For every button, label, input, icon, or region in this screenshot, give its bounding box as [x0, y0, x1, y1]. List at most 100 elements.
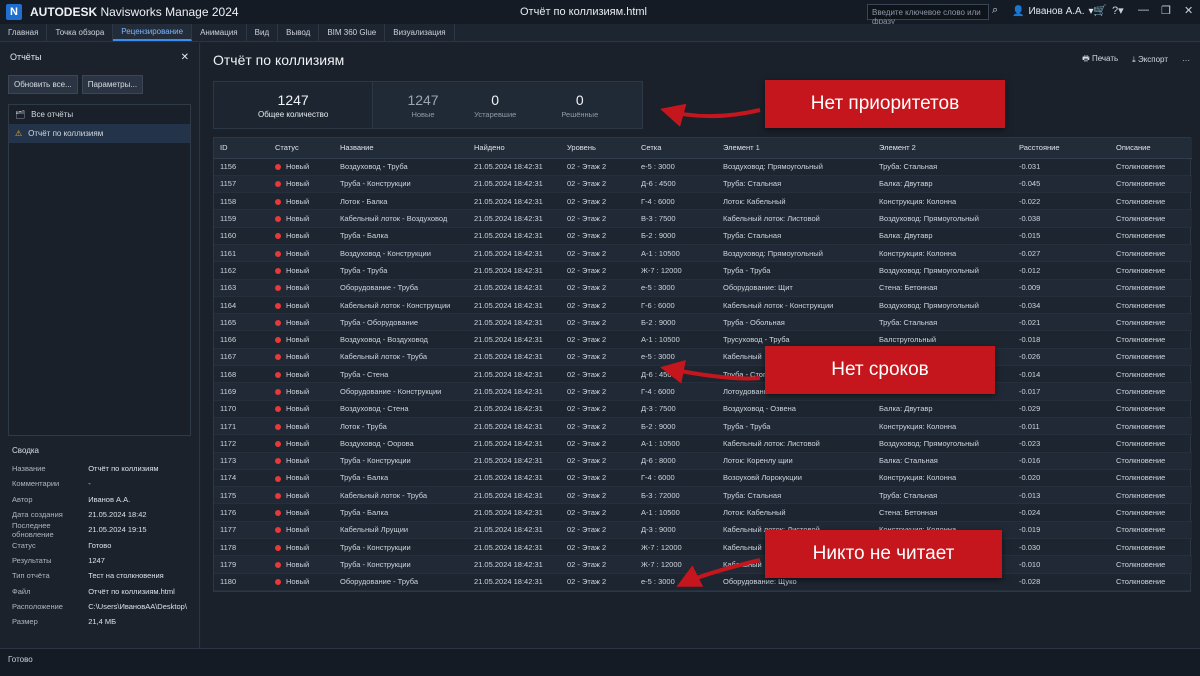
table-row[interactable]: 1157 Новый Труба - Конструкции 21.05.2024 1…: [214, 175, 1192, 194]
table-cell: Кабельный Лрущии: [334, 521, 468, 540]
parameters-button[interactable]: Параметры...: [81, 75, 144, 94]
table-cell: Новый: [269, 279, 334, 297]
column-header[interactable]: Название: [334, 138, 468, 159]
table-cell: Труба - Конструкции: [334, 175, 468, 194]
column-header[interactable]: Найдено: [468, 138, 561, 159]
status-label: Новый: [286, 214, 310, 224]
table-row[interactable]: 1156 Новый Воздуховод - Труба 21.05.2024 18…: [214, 158, 1192, 176]
summary-key: Файл: [12, 586, 31, 596]
column-header[interactable]: Сетка: [635, 138, 717, 159]
table-cell: Воздуховод: Прямоугольный: [873, 296, 1013, 315]
table-row[interactable]: 1175 Новый Кабельный лоток - Труба 21.05.20…: [214, 486, 1192, 505]
search-input[interactable]: Введите ключевое слово или фразу: [867, 4, 989, 26]
table-cell: Ж-7 : 12000: [635, 555, 717, 574]
status-label: Новый: [286, 335, 310, 345]
table-cell: Новый: [269, 313, 334, 332]
document-title: Отчёт по коллизиям.html: [520, 6, 648, 18]
table-cell: А-1 : 10500: [635, 244, 717, 263]
column-header[interactable]: Элемент 2: [873, 138, 1013, 159]
table-cell: В-3 : 7500: [635, 209, 717, 228]
tab-4[interactable]: Вид: [247, 24, 279, 41]
column-header[interactable]: Расстояние: [1013, 138, 1110, 159]
table-cell: Труба: Стальная: [717, 227, 873, 245]
tab-3[interactable]: Анимация: [192, 24, 247, 41]
column-header[interactable]: ID: [214, 138, 269, 159]
table-cell: -0.023: [1013, 434, 1110, 453]
status-dot-icon: [275, 492, 281, 499]
table-row[interactable]: 1167 Новый Кабельный лоток - Труба 21.05.20…: [214, 348, 1192, 367]
table-row[interactable]: 1163 Новый Оборудование - Труба 21.05.2024 …: [214, 279, 1192, 297]
table-row[interactable]: 1171 Новый Лоток - Труба 21.05.2024 18:42:3…: [214, 417, 1192, 436]
table-row[interactable]: 1180 Новый Оборудование - Труба 21.05.2024 …: [214, 573, 1192, 591]
status-label: Новый: [286, 473, 310, 483]
table-cell: А-1 : 10500: [635, 330, 717, 349]
table-row[interactable]: 1174 Новый Труба - Балка 21.05.2024 18:42:3…: [214, 469, 1192, 488]
column-header[interactable]: Статус: [269, 138, 334, 159]
tab-2[interactable]: Рецензирование: [113, 24, 193, 41]
table-row[interactable]: 1159 Новый Кабельный лоток - Воздуховод 21.…: [214, 209, 1192, 228]
table-cell: Воздуховод: Прямоугольный: [873, 261, 1013, 280]
refresh-all-button[interactable]: Обновить все...: [8, 75, 78, 94]
column-header[interactable]: Уровень: [561, 138, 635, 159]
close-icon[interactable]: ✕: [181, 52, 189, 63]
table-cell: Новый: [269, 521, 334, 540]
table-row[interactable]: 1162 Новый Труба - Труба 21.05.2024 18:42:3…: [214, 261, 1192, 280]
table-cell: 21.05.2024 18:42:31: [468, 382, 561, 401]
table-row[interactable]: 1178 Новый Труба - Конструкции 21.05.2024 1…: [214, 538, 1192, 557]
table-row[interactable]: 1172 Новый Воздуховод - Оорова 21.05.2024 1…: [214, 434, 1192, 453]
status-dot-icon: [275, 337, 281, 344]
column-header[interactable]: Элемент 1: [717, 138, 873, 159]
column-header[interactable]: Описание: [1110, 138, 1192, 159]
status-bar: Готово: [0, 648, 1200, 676]
tab-1[interactable]: Точка обзора: [47, 24, 114, 41]
table-cell: 02 - Этаж 2: [561, 227, 635, 245]
table-cell: -0.015: [1013, 227, 1110, 245]
warning-icon: ⚠: [15, 129, 23, 138]
tab-7[interactable]: Визуализация: [385, 24, 455, 41]
restore-icon[interactable]: ❐: [1161, 4, 1171, 17]
table-row[interactable]: 1168 Новый Труба - Стена 21.05.2024 18:42:3…: [214, 365, 1192, 384]
table-cell: Д-6 : 4500: [635, 175, 717, 194]
help-icon[interactable]: ?▾: [1112, 4, 1124, 17]
tree-item-all-reports[interactable]: 🗂 Все отчёты: [9, 105, 190, 124]
table-cell: 1157: [214, 175, 269, 194]
tab-6[interactable]: BIM 360 Glue: [319, 24, 386, 41]
table-row[interactable]: 1177 Новый Кабельный Лрущии 21.05.2024 18:4…: [214, 521, 1192, 540]
table-row[interactable]: 1170 Новый Воздуховод - Стена 21.05.2024 18…: [214, 400, 1192, 418]
table-cell: Воздуховод - Озвена: [717, 400, 873, 418]
table-row[interactable]: 1161 Новый Воздуховод - Конструкции 21.05.2…: [214, 244, 1192, 263]
cart-icon[interactable]: 🛒: [1093, 4, 1107, 17]
table-row[interactable]: 1176 Новый Труба - Балка 21.05.2024 18:42:3…: [214, 503, 1192, 522]
table-cell: Столкновение: [1110, 434, 1192, 453]
table-row[interactable]: 1166 Новый Воздуховод - Воздуховод 21.05.20…: [214, 330, 1192, 349]
table-row[interactable]: 1164 Новый Кабельный лоток - Конструкции 21…: [214, 296, 1192, 315]
table-row[interactable]: 1169 Новый Оборудование - Конструкции 21.05…: [214, 382, 1192, 401]
table-cell: 1168: [214, 365, 269, 384]
table-row[interactable]: 1173 Новый Труба - Конструкции 21.05.2024 1…: [214, 452, 1192, 470]
tree-item-clash-report[interactable]: ⚠ Отчёт по коллизиям: [9, 124, 190, 143]
table-cell: 21.05.2024 18:42:31: [468, 348, 561, 367]
more-icon[interactable]: ···: [1182, 56, 1190, 65]
search-icon[interactable]: ⌕: [992, 4, 998, 17]
tab-0[interactable]: Главная: [0, 24, 48, 41]
export-button[interactable]: ⤓ Экспорт: [1132, 55, 1168, 65]
table-cell: Новый: [269, 538, 334, 557]
table-row[interactable]: 1160 Новый Труба - Балка 21.05.2024 18:42:3…: [214, 227, 1192, 245]
table-cell: 21.05.2024 18:42:31: [468, 573, 561, 591]
table-row[interactable]: 1179 Новый Труба - Конструкции 21.05.2024 1…: [214, 555, 1192, 574]
table-row[interactable]: 1165 Новый Труба - Оборудование 21.05.2024 …: [214, 313, 1192, 332]
close-icon[interactable]: ✕: [1184, 4, 1193, 17]
table-cell: -0.031: [1013, 158, 1110, 176]
tab-5[interactable]: Вывод: [278, 24, 320, 41]
table-row[interactable]: 1158 Новый Лоток - Балка 21.05.2024 18:42:3…: [214, 192, 1192, 211]
print-button[interactable]: 🖶 Печать: [1082, 53, 1118, 67]
table-cell: е-5 : 3000: [635, 158, 717, 176]
table-cell: 21.05.2024 18:42:31: [468, 365, 561, 384]
user-menu[interactable]: 👤 Иванов А.А. ▾: [1012, 6, 1094, 17]
printer-icon: 🖶: [1082, 54, 1090, 63]
stat-old: 0 Устаревшие: [474, 91, 517, 119]
table-cell: Конструкция: Колонна: [873, 417, 1013, 436]
minimize-icon[interactable]: —: [1138, 4, 1149, 16]
table-cell: Кабельный лоток - Конструкции: [334, 296, 468, 315]
summary-row: Статус Готово: [0, 537, 199, 552]
